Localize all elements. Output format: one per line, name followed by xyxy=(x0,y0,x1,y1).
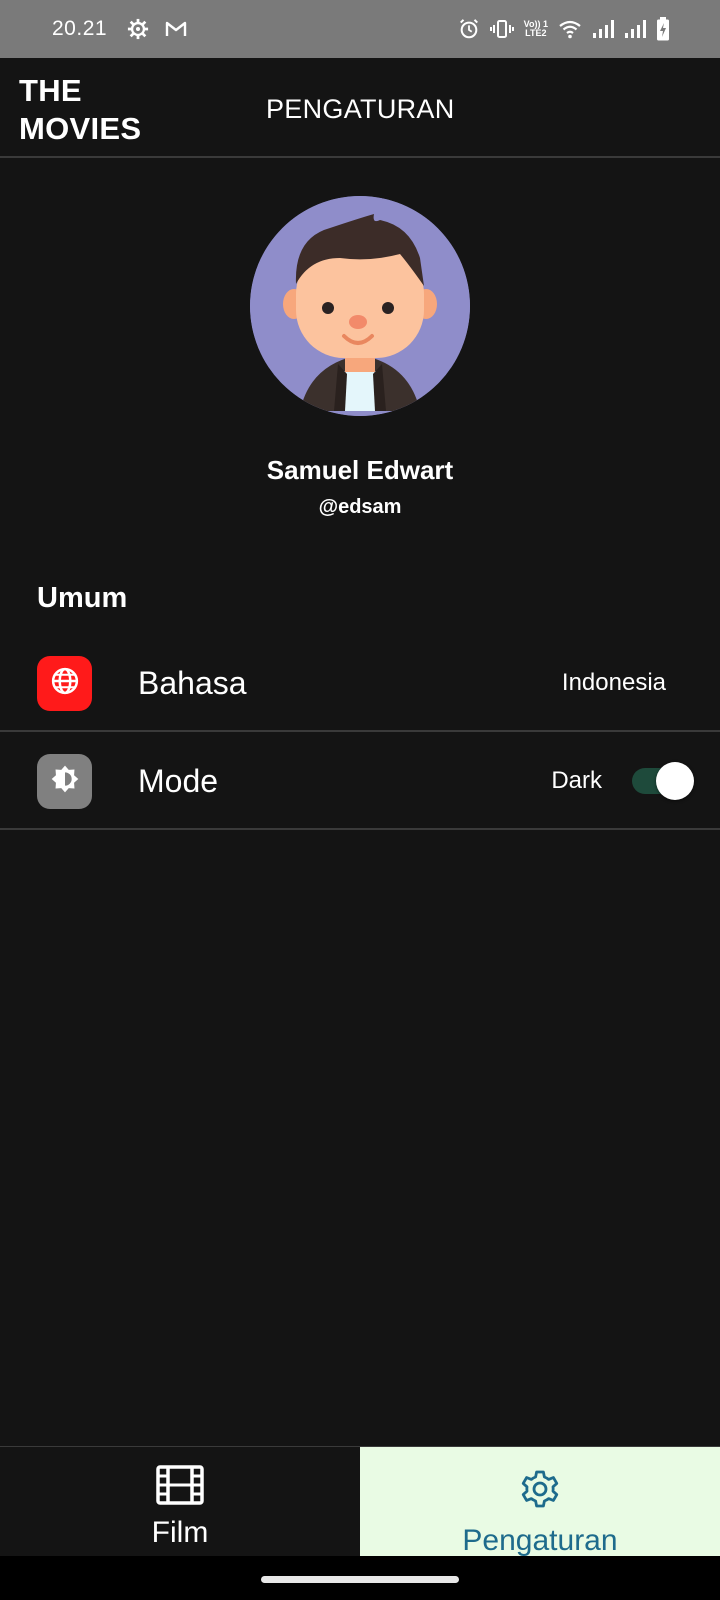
settings-gear-status-icon xyxy=(127,18,149,40)
dark-mode-toggle[interactable] xyxy=(632,762,694,800)
lte-label: LTE2 xyxy=(525,28,547,38)
vibrate-icon xyxy=(489,19,514,39)
language-label: Bahasa xyxy=(138,664,247,701)
mode-setting-row[interactable]: Mode Dark xyxy=(0,734,720,830)
language-value[interactable]: Indonesia xyxy=(562,669,666,697)
film-icon xyxy=(156,1465,204,1510)
language-setting-row[interactable]: Bahasa Indonesia xyxy=(0,636,720,732)
mode-value: Dark xyxy=(551,767,602,794)
globe-icon xyxy=(50,666,80,701)
status-bar: 20.21 Vo)) 1 LTE2 xyxy=(0,0,720,58)
nav-label-settings: Pengaturan xyxy=(462,1524,618,1557)
brand-line-2: MOVIES xyxy=(19,111,142,146)
brightness-icon xyxy=(49,763,81,800)
avatar xyxy=(250,196,470,416)
gear-icon xyxy=(516,1465,564,1518)
nav-label-film: Film xyxy=(151,1516,209,1549)
page-title: PENGATURAN xyxy=(266,94,455,124)
volte-lte-indicator: Vo)) 1 LTE2 xyxy=(524,20,548,38)
app-header: THE MOVIES PENGATURAN xyxy=(0,58,720,158)
battery-charging-icon xyxy=(656,17,670,41)
gesture-navigation-area xyxy=(0,1556,720,1600)
home-gesture-bar[interactable] xyxy=(261,1576,459,1583)
section-title-general: Umum xyxy=(37,582,128,614)
alarm-icon xyxy=(458,18,480,40)
bottom-navigation: Film Pengaturan xyxy=(0,1446,720,1557)
signal-1-icon xyxy=(592,19,614,39)
gmail-icon xyxy=(165,20,187,38)
nav-item-film[interactable]: Film xyxy=(0,1447,360,1557)
toggle-knob[interactable] xyxy=(656,762,694,800)
mode-icon-tile xyxy=(37,753,92,809)
profile-handle: @edsam xyxy=(318,496,402,518)
signal-2-icon xyxy=(624,19,646,39)
profile-name: Samuel Edwart xyxy=(266,455,454,485)
status-time: 20.21 xyxy=(52,17,108,40)
app-logo: THE MOVIES xyxy=(19,72,141,148)
nav-item-settings[interactable]: Pengaturan xyxy=(360,1447,720,1557)
brand-line-1: THE xyxy=(19,73,82,108)
language-icon-tile xyxy=(37,655,92,711)
wifi-icon xyxy=(558,19,582,39)
settings-screen: 20.21 Vo)) 1 LTE2 THE MOVIES PENGATURAN … xyxy=(0,0,720,1600)
mode-label: Mode xyxy=(138,762,219,799)
